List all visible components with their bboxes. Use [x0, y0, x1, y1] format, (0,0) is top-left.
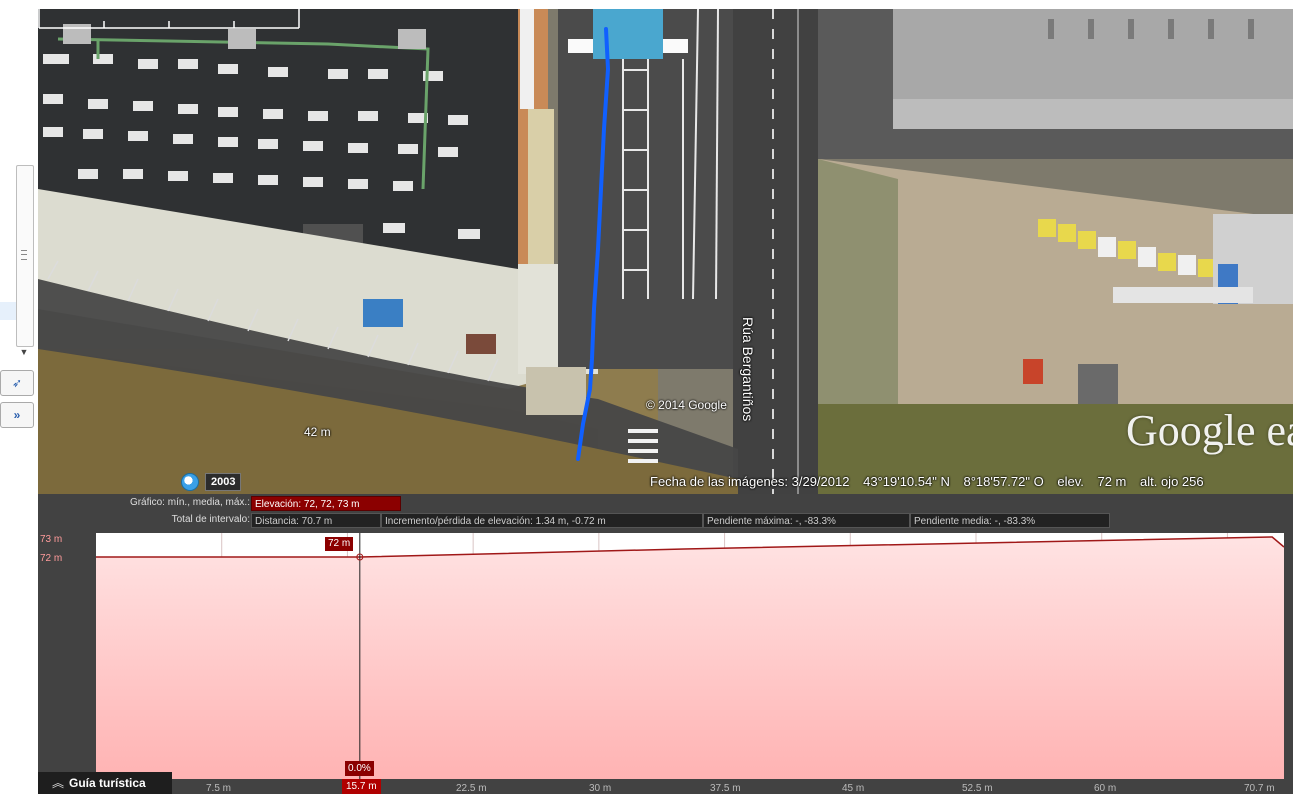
elevation-readout: 72 m — [1097, 474, 1127, 489]
road-label: Rúa Bergantiños — [740, 317, 756, 422]
scale-label: 42 m — [304, 425, 331, 439]
tour-icon: ➶ — [11, 376, 23, 390]
panel-scrollbar[interactable] — [16, 165, 34, 347]
cursor-elevation-label: 72 m — [325, 537, 354, 551]
range-total-label: Total de intervalo: — [171, 514, 250, 525]
historical-imagery-clock-icon[interactable] — [181, 473, 199, 491]
x-tick: 37.5 m — [710, 783, 741, 794]
map-status-bar: Fecha de las imágenes: 3/29/2012 43°19'1… — [650, 474, 1214, 489]
elevation-area — [96, 537, 1284, 779]
x-tick: 70.7 m — [1244, 783, 1275, 794]
image-date: Fecha de las imágenes: 3/29/2012 — [650, 474, 850, 489]
latitude-readout: 43°19'10.54" N — [863, 474, 950, 489]
cursor-distance-label: 15.7 m — [342, 779, 381, 794]
eye-altitude-readout: alt. ojo 256 — [1140, 474, 1204, 489]
cursor-slope-label: 0.0% — [345, 761, 374, 776]
elevation-label: elev. — [1057, 474, 1084, 489]
left-side-panel: ▼ ➶ » — [0, 0, 38, 794]
map-copyright: © 2014 Google — [646, 398, 727, 412]
x-tick: 30 m — [589, 783, 612, 794]
x-tick: 45 m — [842, 783, 865, 794]
elevation-summary: Elevación: 72, 72, 73 m — [251, 496, 401, 511]
x-tick: 52.5 m — [962, 783, 993, 794]
tour-guide-label: Guía turística — [69, 776, 146, 790]
graph-summary-label: Gráfico: mín., media, máx.: — [129, 497, 250, 508]
scale-bar — [38, 9, 300, 29]
x-tick: 60 m — [1094, 783, 1117, 794]
gain-loss-summary: Incremento/pérdida de elevación: 1.34 m,… — [381, 513, 703, 528]
satellite-imagery — [38, 9, 1293, 494]
x-tick: 22.5 m — [456, 783, 487, 794]
y-axis-min-label: 72 m — [40, 553, 63, 564]
y-axis-max-label: 73 m — [40, 534, 63, 545]
tour-guide-button[interactable]: ︽ Guía turística — [38, 772, 172, 794]
double-chevron-right-icon: » — [13, 408, 21, 422]
map-viewport[interactable]: © 2014 Google Rúa Bergantiños Google ea … — [38, 9, 1293, 494]
historical-imagery-year[interactable]: 2003 — [205, 473, 242, 491]
expand-panel-button[interactable]: » — [0, 402, 34, 428]
double-chevron-up-icon: ︽ — [52, 776, 65, 790]
longitude-readout: 8°18'57.72" O — [963, 474, 1044, 489]
tour-toggle-button[interactable]: ➶ — [0, 370, 34, 396]
scroll-down-arrow-icon[interactable]: ▼ — [19, 347, 29, 357]
selected-row-highlight — [0, 302, 16, 320]
google-earth-logo: Google ea — [1126, 406, 1293, 455]
scroll-grip[interactable] — [21, 250, 27, 260]
max-slope-summary: Pendiente máxima: -, -83.3% — [703, 513, 910, 528]
elevation-chart[interactable] — [96, 533, 1284, 779]
avg-slope-summary: Pendiente media: -, -83.3% — [910, 513, 1110, 528]
distance-summary: Distancia: 70.7 m — [251, 513, 381, 528]
x-tick: 7.5 m — [206, 783, 232, 794]
elevation-profile-panel[interactable]: Gráfico: mín., media, máx.: Elevación: 7… — [38, 494, 1293, 794]
